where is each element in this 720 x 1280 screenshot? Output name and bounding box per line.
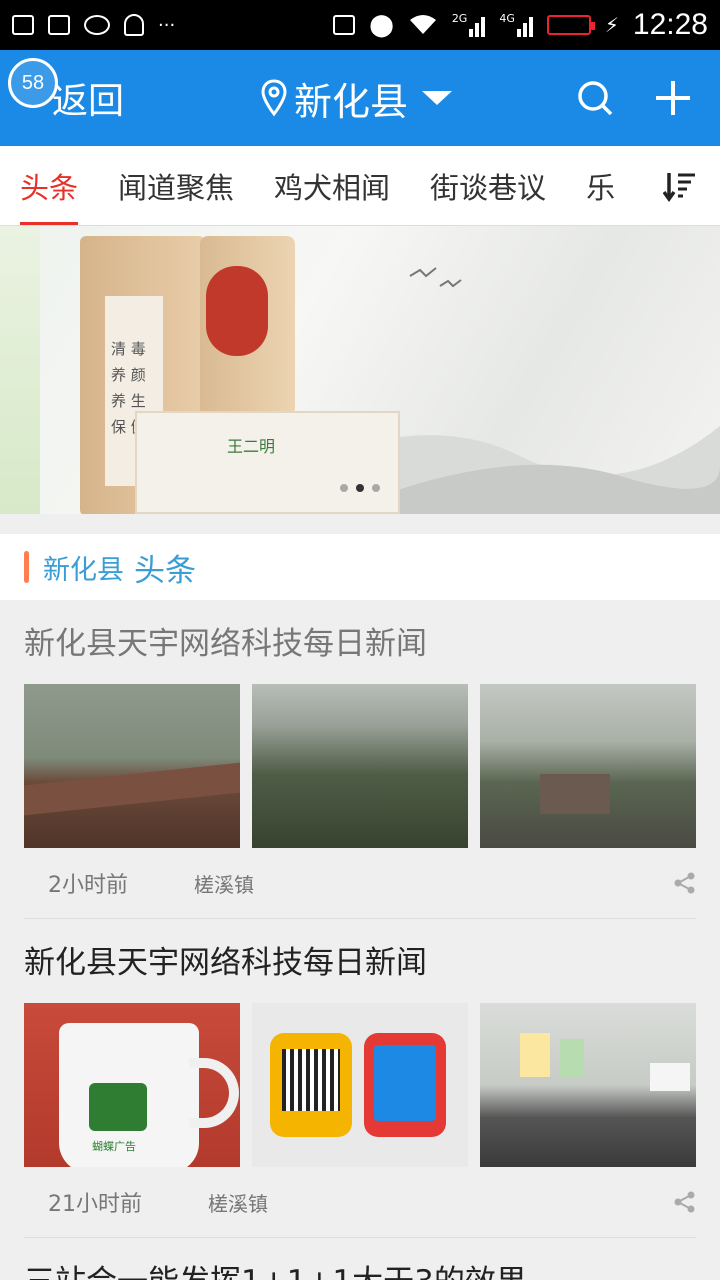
carousel-indicator bbox=[340, 484, 380, 492]
clock: 12:28 bbox=[632, 8, 708, 41]
news-meta: 21小时前 槎溪镇 bbox=[24, 1167, 696, 1237]
news-title[interactable]: 新化县天宇网络科技每日新闻 bbox=[24, 919, 696, 1003]
tab-focus[interactable]: 闻道聚焦 bbox=[98, 146, 254, 225]
thumbnail-construction[interactable] bbox=[24, 684, 240, 848]
news-time: 21小时前 bbox=[48, 1192, 142, 1217]
section-title: 头条 bbox=[134, 552, 196, 589]
back-button[interactable]: 返回 bbox=[52, 72, 124, 124]
cup-caption: 蝴蝶广告 bbox=[92, 1140, 136, 1153]
thumbnail-qr-cards[interactable] bbox=[252, 1003, 468, 1167]
app-icon bbox=[124, 14, 144, 36]
payment-card bbox=[364, 1033, 446, 1137]
thumbnail-village[interactable] bbox=[480, 684, 696, 848]
news-thumbnails: 蝴蝶广告 bbox=[24, 1003, 696, 1167]
news-item[interactable]: 新化县天宇网络科技每日新闻 2小时前 槎溪镇 bbox=[24, 600, 696, 919]
news-source: 槎溪镇 bbox=[194, 872, 254, 897]
signal-2g-icon: 2G bbox=[452, 13, 486, 37]
wifi-icon bbox=[409, 15, 436, 34]
tab-neighbors[interactable]: 鸡犬相闻 bbox=[254, 146, 410, 225]
share-icon[interactable] bbox=[674, 1191, 696, 1213]
product-box-portrait bbox=[200, 236, 295, 416]
sim-3-icon bbox=[48, 15, 70, 35]
location-label: 新化县 bbox=[294, 79, 409, 124]
category-tabs: 头条 闻道聚焦 鸡犬相闻 街谈巷议 乐 bbox=[0, 146, 720, 226]
tab-headlines[interactable]: 头条 bbox=[0, 146, 98, 225]
search-icon[interactable] bbox=[576, 79, 614, 117]
qr-card bbox=[270, 1033, 352, 1137]
wechat-icon bbox=[84, 15, 110, 35]
dropdown-arrow-icon bbox=[422, 91, 453, 105]
location-pin-icon bbox=[261, 79, 287, 117]
thumbnail-cup[interactable]: 蝴蝶广告 bbox=[24, 1003, 240, 1167]
brand-logo: 王二明 bbox=[227, 437, 276, 456]
image-icon bbox=[12, 15, 34, 35]
carousel-dot bbox=[372, 484, 380, 492]
section-marker bbox=[24, 551, 29, 583]
news-title[interactable]: 三站合一能发挥1+1+1大于3的效果 bbox=[24, 1238, 696, 1280]
carousel-dot-active bbox=[356, 484, 364, 492]
share-icon[interactable] bbox=[674, 872, 696, 894]
signal-4g-icon: 4G bbox=[499, 13, 533, 37]
tab-more[interactable]: 乐 bbox=[566, 146, 635, 225]
sort-icon bbox=[663, 173, 695, 203]
news-meta: 2小时前 槎溪镇 bbox=[24, 848, 696, 918]
news-thumbnails bbox=[24, 684, 696, 848]
news-item[interactable]: 新化县天宇网络科技每日新闻 蝴蝶广告 21小时前 槎溪镇 bbox=[24, 919, 696, 1238]
add-icon[interactable] bbox=[654, 79, 692, 117]
gps-icon: ⬤ bbox=[369, 12, 394, 38]
app-bar: 58 返回 新化县 bbox=[0, 50, 720, 146]
banner-carousel[interactable]: 清 毒 养 颜 养 生 保 健 王二明 bbox=[0, 226, 720, 514]
section-prefix: 新化县 bbox=[43, 554, 124, 586]
sort-tabs-button[interactable] bbox=[640, 146, 720, 225]
thumbnail-office[interactable] bbox=[480, 1003, 696, 1167]
location-service-icon bbox=[333, 15, 356, 35]
tab-street-talk[interactable]: 街谈巷议 bbox=[410, 146, 566, 225]
portrait-image bbox=[206, 266, 268, 356]
news-item[interactable]: 三站合一能发挥1+1+1大于3的效果 bbox=[24, 1238, 696, 1280]
section-header: 新化县 头条 bbox=[0, 534, 720, 600]
notification-badge[interactable]: 58 bbox=[8, 58, 58, 108]
status-left-icons: ··· bbox=[12, 14, 175, 36]
more-icon: ··· bbox=[158, 14, 176, 36]
location-selector[interactable]: 新化县 bbox=[260, 50, 453, 146]
status-bar: ··· ⬤ 2G 4G ⚡ 12:28 bbox=[0, 0, 720, 50]
thumbnail-forest[interactable] bbox=[252, 684, 468, 848]
charging-icon: ⚡ bbox=[604, 13, 619, 37]
carousel-dot bbox=[340, 484, 348, 492]
news-source: 槎溪镇 bbox=[208, 1191, 268, 1216]
cup-logo bbox=[89, 1083, 147, 1131]
news-list: 新化县天宇网络科技每日新闻 2小时前 槎溪镇 新化县天宇网络科技每日新闻 蝴蝶广… bbox=[0, 600, 720, 1280]
battery-icon bbox=[546, 15, 595, 35]
product-box-front: 王二明 bbox=[135, 411, 400, 514]
news-time: 2小时前 bbox=[48, 873, 128, 898]
news-title[interactable]: 新化县天宇网络科技每日新闻 bbox=[24, 600, 696, 684]
